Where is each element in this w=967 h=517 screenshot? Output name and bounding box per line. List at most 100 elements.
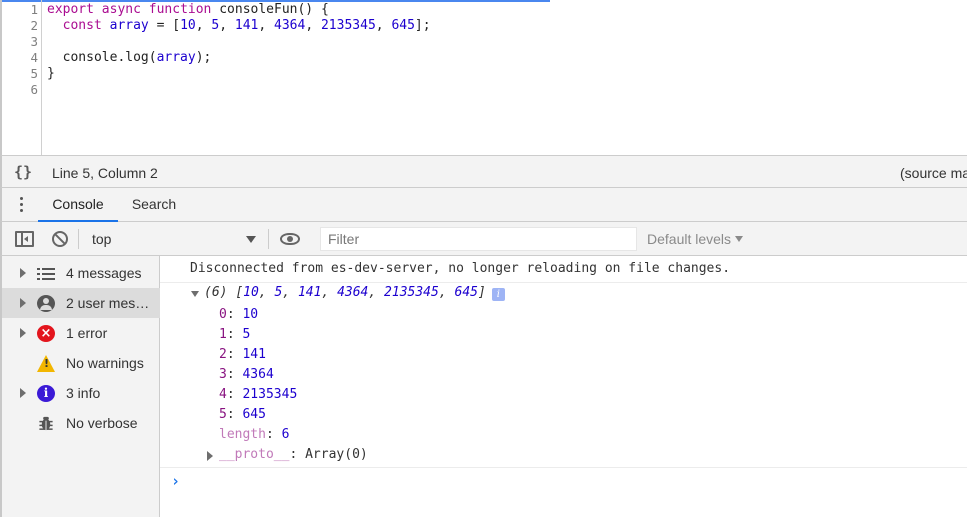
array-preview-value: 141 xyxy=(297,285,322,300)
array-proto[interactable]: __proto__: Array(0) xyxy=(219,445,368,465)
array-preview[interactable]: (6) [10, 5, 141, 4364, 2135345, 645] i xyxy=(204,285,505,301)
console-prompt[interactable]: › xyxy=(160,467,967,493)
code-token: , xyxy=(375,18,392,33)
console-sidebar: 4 messages 2 user mes… × 1 error ! No wa… xyxy=(0,256,160,517)
log-levels-dropdown[interactable]: Default levels xyxy=(647,231,744,247)
entry-value: 4364 xyxy=(242,367,274,382)
code-token: function xyxy=(148,2,212,17)
code-line: console.log(array); xyxy=(47,50,212,66)
array-bracket: ] xyxy=(477,285,486,300)
array-preview-value: 5 xyxy=(274,285,283,300)
array-entry: 4: 2135345 xyxy=(219,387,298,402)
error-icon: × xyxy=(37,325,55,342)
source-map-label[interactable]: (source ma xyxy=(900,165,967,181)
entry-key: 3 xyxy=(219,367,227,382)
expand-arrow-icon[interactable] xyxy=(20,268,26,278)
entry-key: 2 xyxy=(219,347,227,362)
entry-value: 2135345 xyxy=(242,387,298,402)
live-expression-eye-icon[interactable] xyxy=(280,233,300,245)
array-entry: 0: 10 xyxy=(219,307,259,322)
array-preview-value: 10 xyxy=(243,285,259,300)
info-badge-icon[interactable]: i xyxy=(491,288,505,301)
pretty-print-icon[interactable]: {} xyxy=(14,163,32,181)
toolbar-divider xyxy=(268,229,269,249)
sidebar-item-verbose[interactable]: No verbose xyxy=(2,408,160,438)
code-token: 645 xyxy=(391,18,415,33)
code-token: export xyxy=(47,2,94,17)
expand-arrow-icon[interactable] xyxy=(20,328,26,338)
array-length: length: 6 xyxy=(219,427,290,442)
editor-status-bar: {} Line 5, Column 2 (source ma xyxy=(0,155,967,188)
code-token: ); xyxy=(195,50,212,65)
entry-value: 141 xyxy=(242,347,266,362)
code-token: 4364 xyxy=(274,18,306,33)
sidebar-item-label: 1 error xyxy=(66,325,108,341)
entry-value: 645 xyxy=(242,407,266,422)
tab-console[interactable]: Console xyxy=(38,188,118,222)
kebab-menu-icon[interactable] xyxy=(18,197,26,215)
length-key: length xyxy=(219,427,266,442)
array-entry: 2: 141 xyxy=(219,347,266,362)
expand-arrow-icon[interactable] xyxy=(20,388,26,398)
line-number: 5 xyxy=(30,66,38,81)
console-messages: Disconnected from es-dev-server, no long… xyxy=(160,256,967,517)
entry-value: 5 xyxy=(242,327,251,342)
sidebar-item-user-messages[interactable]: 2 user mes… xyxy=(2,288,160,318)
entry-key: 0 xyxy=(219,307,227,322)
array-object-header[interactable]: (6) [10, 5, 141, 4364, 2135345, 645] i xyxy=(160,284,967,304)
context-selector[interactable]: top xyxy=(86,226,262,252)
entry-key: 4 xyxy=(219,387,227,402)
code-token: consoleFun() { xyxy=(211,2,329,17)
array-preview-value: 2135345 xyxy=(384,285,439,300)
proto-value: Array(0) xyxy=(305,447,368,462)
expand-arrow-icon[interactable] xyxy=(207,451,213,461)
sidebar-item-info[interactable]: i 3 info xyxy=(2,378,160,408)
log-levels-label: Default levels xyxy=(647,231,732,247)
sidebar-item-label: No warnings xyxy=(66,355,144,371)
code-token: 141 xyxy=(234,18,259,33)
drawer-tab-bar: Console Search xyxy=(0,188,967,222)
code-token: ]; xyxy=(414,18,431,33)
code-token: , xyxy=(219,18,235,33)
code-token: async xyxy=(101,2,141,17)
expand-arrow-icon[interactable] xyxy=(20,298,26,308)
sidebar-item-errors[interactable]: × 1 error xyxy=(2,318,160,348)
array-preview-value: 4364 xyxy=(337,285,369,300)
info-icon: i xyxy=(37,385,55,402)
bug-icon xyxy=(39,416,53,431)
list-icon xyxy=(37,265,55,282)
filter-input[interactable] xyxy=(320,227,637,251)
code-token: , xyxy=(195,18,212,33)
line-number: 2 xyxy=(30,18,38,33)
clear-console-icon[interactable] xyxy=(52,231,68,247)
code-token: } xyxy=(47,66,55,81)
chevron-down-icon xyxy=(246,236,256,243)
length-value: 6 xyxy=(281,427,290,442)
chevron-down-icon xyxy=(735,236,744,242)
array-preview-value: 645 xyxy=(454,285,478,300)
code-token: array xyxy=(156,50,196,65)
entry-value: 10 xyxy=(242,307,259,322)
prompt-chevron-icon: › xyxy=(171,472,181,490)
toggle-sidebar-icon[interactable] xyxy=(15,231,34,247)
array-entry: 1: 5 xyxy=(219,327,251,342)
sidebar-item-warnings[interactable]: ! No warnings xyxy=(2,348,160,378)
array-bracket: [ xyxy=(235,285,244,300)
user-icon xyxy=(37,295,55,312)
line-number-gutter: 123456 xyxy=(2,0,42,155)
sidebar-item-label: 3 info xyxy=(66,385,101,401)
line-number: 4 xyxy=(30,50,38,65)
code-token: 10 xyxy=(180,18,196,33)
array-entry: 3: 4364 xyxy=(219,367,274,382)
code-editor[interactable]: 123456 export async function consoleFun(… xyxy=(0,0,967,155)
collapse-arrow-icon[interactable] xyxy=(191,291,199,297)
code-token: array xyxy=(109,18,149,33)
tab-search[interactable]: Search xyxy=(126,188,182,222)
code-line: const array = [10, 5, 141, 4364, 2135345… xyxy=(47,18,431,34)
code-token: , xyxy=(305,18,321,33)
sidebar-item-messages[interactable]: 4 messages xyxy=(2,258,160,288)
warning-icon-mark: ! xyxy=(44,357,50,370)
